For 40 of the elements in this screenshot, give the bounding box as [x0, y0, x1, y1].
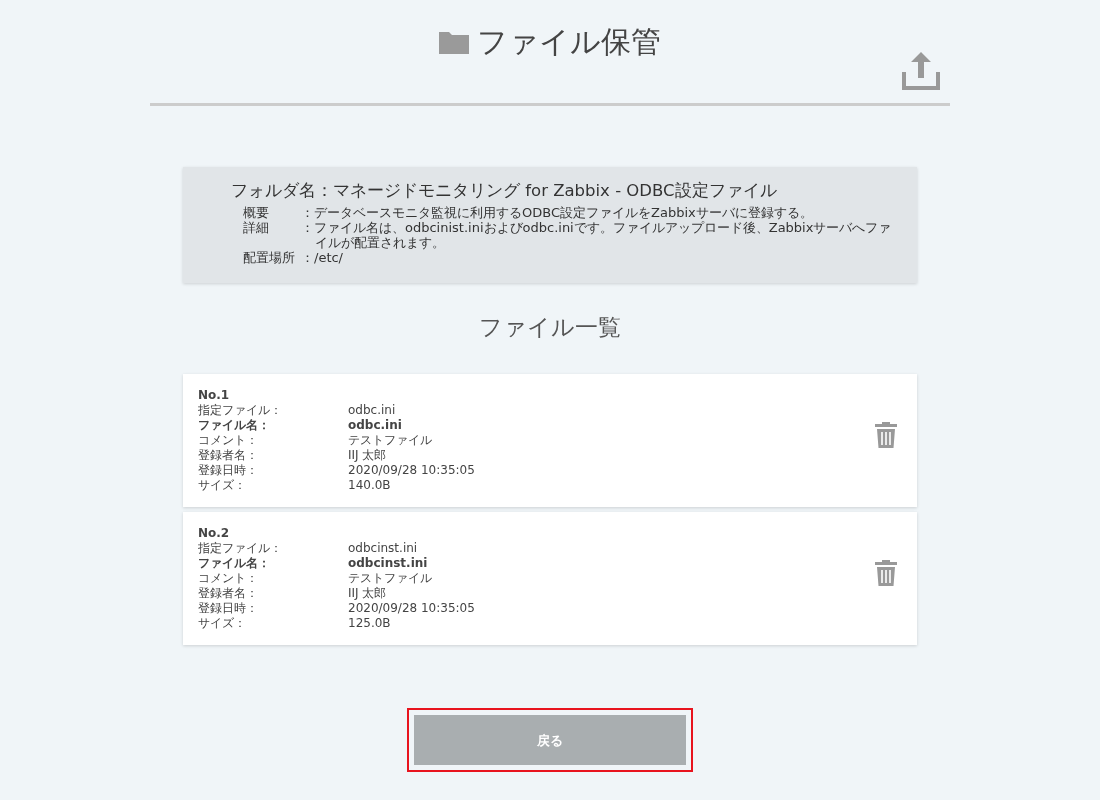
- field-value: テストファイル: [348, 571, 432, 587]
- info-value: ：ファイル名は、odbcinist.iniおよびodbc.iniです。ファイルアップロード後、Zabbixサーバへファイルが配置されます。: [301, 219, 893, 250]
- field-label: コメント：: [198, 433, 259, 449]
- field-value: odbc.ini: [348, 418, 402, 434]
- field-value: 2020/09/28 10:35:05: [348, 463, 475, 479]
- field-label: サイズ：: [198, 616, 247, 632]
- field-value: odbc.ini: [348, 403, 396, 419]
- folder-icon: [439, 29, 469, 54]
- info-value: ：/etc/: [301, 249, 344, 265]
- info-value: ：データベースモニタ監視に利用するODBC設定ファイルをZabbixサーバに登録する。: [301, 204, 814, 220]
- trash-icon[interactable]: [875, 422, 897, 449]
- info-label: 概要: [243, 204, 270, 220]
- back-button[interactable]: 戻る: [414, 715, 686, 766]
- file-number: No.1: [198, 388, 230, 404]
- folder-name: フォルダ名：マネージドモニタリング for Zabbix - ODBC設定ファイル: [231, 180, 778, 202]
- field-label: ファイル名：: [198, 418, 271, 434]
- field-label: コメント：: [198, 571, 259, 587]
- field-value: テストファイル: [348, 433, 432, 449]
- field-value: IIJ 太郎: [348, 448, 387, 464]
- upload-icon[interactable]: [902, 52, 940, 90]
- field-value: IIJ 太郎: [348, 586, 387, 602]
- field-label: 登録日時：: [198, 601, 259, 617]
- field-value: odbcinst.ini: [348, 556, 428, 572]
- field-label: 登録日時：: [198, 463, 259, 479]
- field-label: 登録者名：: [198, 586, 259, 602]
- field-label: 登録者名：: [198, 448, 259, 464]
- field-value: odbcinst.ini: [348, 541, 418, 557]
- field-value: 140.0B: [348, 478, 391, 494]
- info-label: 配置場所: [243, 249, 296, 265]
- field-label: ファイル名：: [198, 556, 271, 572]
- page-title: ファイル保管: [477, 23, 661, 61]
- info-label: 詳細: [243, 219, 270, 237]
- list-title: ファイル一覧: [478, 312, 622, 342]
- field-value: 2020/09/28 10:35:05: [348, 601, 475, 617]
- trash-icon[interactable]: [875, 560, 897, 587]
- field-value: 125.0B: [348, 616, 391, 632]
- field-label: 指定ファイル：: [198, 403, 283, 419]
- field-label: サイズ：: [198, 478, 247, 494]
- file-number: No.2: [198, 526, 230, 542]
- field-label: 指定ファイル：: [198, 541, 283, 557]
